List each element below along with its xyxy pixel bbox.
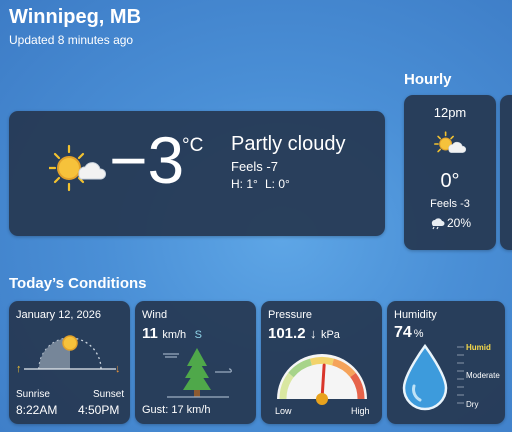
pressure-gauge [277,354,367,405]
humidity-moderate-label: Moderate [466,371,500,380]
high-temp: H: 1° [231,177,258,191]
hourly-precip: 20% [447,216,472,230]
humidity-unit: % [413,328,424,340]
sunset-arrow-icon: ↓ [115,363,121,375]
feels-like-text: Feels -7 [231,159,278,174]
pressure-value-row: 101.2 ↓ kPa [268,325,340,343]
sunrise-time: 8:22AM [16,403,58,417]
low-temp: L: 0° [265,177,290,191]
hourly-temp: 0° [440,170,460,192]
location-title: Winnipeg, MB [9,6,142,28]
pressure-card[interactable]: Pressure 101.2 ↓ kPa Low High [261,301,382,424]
wind-card[interactable]: Wind 11 km/h S Gust: 17 km/h [135,301,256,424]
humidity-value-row: 74% [394,324,424,342]
sun-card[interactable]: January 12, 2026 ↑ ↓ Sunrise Sunset 8:22… [9,301,130,424]
current-weather-card[interactable]: −3 °C Partly cloudy Feels -7 H: 1° L: 0° [9,111,385,236]
tree-wind-icon [163,348,232,398]
conditions-title: Today’s Conditions [9,275,147,292]
wind-speed: 11 [142,325,158,342]
updated-text: Updated 8 minutes ago [9,33,134,47]
humidity-value: 74 [394,324,412,341]
pressure-value: 101.2 [268,325,306,342]
sunset-label: Sunset [93,389,125,400]
sun-arc-graphic [24,335,116,370]
wind-direction: S [194,329,202,341]
wind-speed-row: 11 km/h S [142,325,202,343]
rain-cloud-icon [431,218,445,230]
hourly-feels: Feels -3 [430,198,470,210]
pressure-label: Pressure [268,309,313,321]
sunrise-label: Sunrise [16,389,50,400]
water-drop-icon [402,344,448,411]
partly-cloudy-icon [49,144,107,192]
partly-cloudy-icon [434,131,467,153]
humidity-card[interactable]: Humidity 74% Humid Moderate Dry [387,301,505,424]
wind-unit: km/h [162,329,187,341]
sunset-time: 4:50PM [78,403,120,417]
hourly-card[interactable]: 12pm 0° Feels -3 20% [404,95,496,250]
pressure-arrow-icon: ↓ [310,326,317,341]
pressure-low-label: Low [275,406,292,416]
condition-text: Partly cloudy [231,133,346,155]
hourly-title: Hourly [404,71,452,88]
humidity-dry-label: Dry [466,400,479,409]
wind-gust: Gust: 17 km/h [142,404,211,416]
temp-unit: °C [182,135,204,156]
current-temp: −3 [109,123,185,197]
humidity-label: Humidity [394,309,437,321]
hourly-time: 12pm [433,105,467,120]
wind-label: Wind [142,309,168,321]
hourly-card-next[interactable] [500,95,512,250]
sunrise-arrow-icon: ↑ [16,363,22,375]
pressure-high-label: High [351,406,370,416]
sun-date: January 12, 2026 [16,309,102,321]
pressure-unit: kPa [320,329,340,341]
humidity-humid-label: Humid [466,343,491,352]
